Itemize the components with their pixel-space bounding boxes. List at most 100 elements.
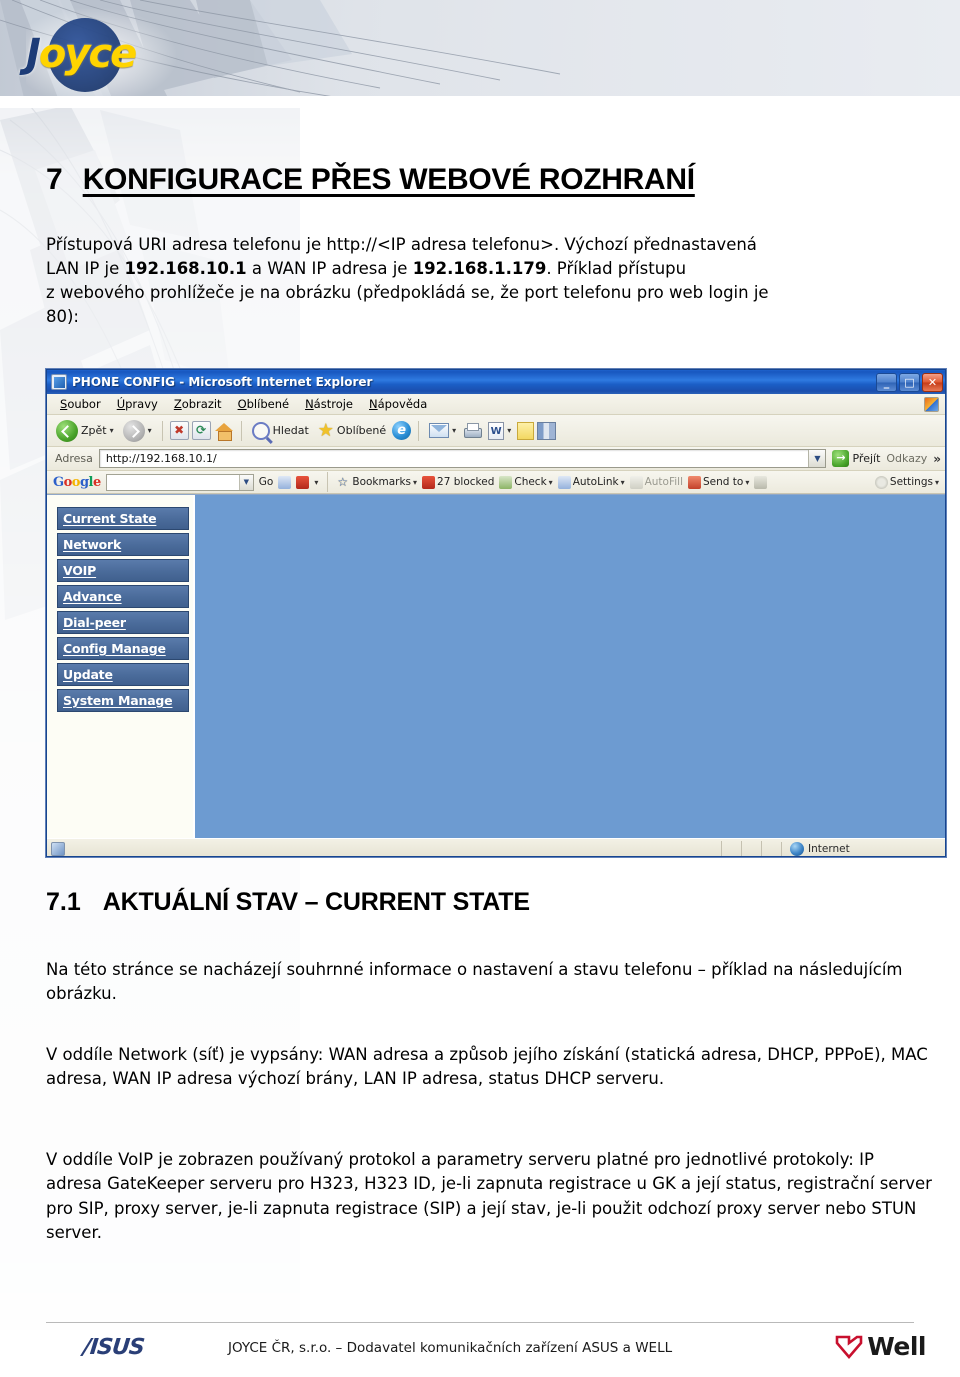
research-button[interactable] — [537, 421, 557, 440]
google-sendto-button[interactable]: Send to ▾ — [688, 475, 749, 489]
toolbar-separator-1 — [161, 420, 163, 441]
search-button[interactable]: Hledat — [249, 421, 312, 441]
menu-item-oblibene[interactable]: Oblíbené — [231, 395, 297, 413]
google-pagerank-icon[interactable] — [296, 475, 310, 489]
google-spellcheck-button[interactable]: Check ▾ — [499, 475, 553, 489]
phone-config-content-area — [197, 495, 945, 838]
sidebar-item-system-manage[interactable]: System Manage — [57, 689, 189, 712]
menu-oblibene-mnemonic: O — [237, 397, 247, 411]
google-autolink-button[interactable]: AutoLink ▾ — [557, 475, 625, 489]
browser-window-title: PHONE CONFIG - Microsoft Internet Explor… — [72, 375, 373, 389]
bookmarks-chevron-icon[interactable]: ▾ — [413, 478, 417, 487]
globe-icon — [790, 841, 804, 856]
sidebar-item-dial-peer[interactable]: Dial-peer — [57, 611, 189, 634]
minimize-button[interactable]: _ — [876, 372, 897, 392]
google-highlight-icon[interactable] — [278, 475, 292, 489]
footer-company-text: JOYCE ČR, s.r.o. – Dodavatel komunikační… — [228, 1340, 673, 1356]
sidebar-item-network[interactable]: Network — [57, 533, 189, 556]
google-go-button[interactable]: Go — [259, 476, 274, 488]
home-button[interactable] — [214, 422, 234, 441]
forward-dropdown-chevron-icon[interactable]: ▾ — [148, 426, 152, 435]
edit-document-icon — [488, 421, 505, 440]
bookmark-star-icon: ☆ — [337, 474, 349, 489]
settings-chevron-icon[interactable]: ▾ — [935, 478, 939, 487]
mail-dropdown-chevron-icon[interactable]: ▾ — [452, 426, 456, 435]
back-button[interactable]: Zpět ▾ — [53, 419, 117, 443]
favorites-button-label: Oblíbené — [336, 424, 387, 437]
edit-dropdown-chevron-icon[interactable]: ▾ — [507, 426, 511, 435]
google-settings-button[interactable]: Settings ▾ — [874, 475, 939, 489]
google-autofill-button[interactable]: AutoFill — [629, 475, 683, 489]
sendto-chevron-icon[interactable]: ▾ — [745, 478, 749, 487]
forward-button[interactable]: ▾ — [120, 419, 155, 443]
address-dropdown-chevron-icon[interactable]: ▼ — [808, 450, 826, 467]
sidebar-item-network-label: Network — [63, 537, 122, 552]
wan-ip-value: 192.168.1.179 — [412, 258, 547, 278]
stop-icon: ✖ — [174, 423, 185, 437]
maximize-icon: □ — [904, 375, 915, 389]
intro-paragraph: Přístupová URI adresa telefonu je http:/… — [46, 233, 928, 329]
search-icon — [251, 421, 270, 440]
close-icon: ✕ — [927, 375, 938, 389]
google-popup-blocker[interactable]: 27 blocked — [422, 475, 495, 489]
back-dropdown-chevron-icon[interactable]: ▾ — [110, 426, 114, 435]
search-button-label: Hledat — [272, 424, 309, 437]
menu-item-napoveda[interactable]: Nápověda — [362, 395, 434, 413]
close-button[interactable]: ✕ — [922, 372, 943, 392]
spellcheck-chevron-icon[interactable]: ▾ — [549, 478, 553, 487]
window-controls: _ □ ✕ — [876, 372, 943, 392]
well-logo: Well — [835, 1332, 926, 1361]
sidebar-item-current-state[interactable]: Current State — [57, 507, 189, 530]
favorites-button[interactable]: ★ Oblíbené — [315, 421, 389, 441]
maximize-button[interactable]: □ — [899, 372, 920, 392]
phone-config-nav-menu: Current State Network VOIP Advance Dial-… — [57, 507, 189, 715]
address-input[interactable]: http://192.168.10.1/ ▼ — [98, 449, 827, 468]
google-search-input[interactable]: ▼ — [105, 473, 254, 491]
autolink-chevron-icon[interactable]: ▾ — [621, 478, 625, 487]
toolbar-overflow-chevron-icon[interactable]: » — [933, 452, 941, 466]
google-settings-label: Settings — [889, 476, 933, 488]
menu-item-zobrazit[interactable]: Zobrazit — [167, 395, 229, 413]
menu-item-nastroje[interactable]: Nástroje — [298, 395, 360, 413]
star-icon: ★ — [317, 419, 334, 441]
lan-ip-value: 192.168.10.1 — [124, 258, 247, 278]
phone-config-sidebar: Current State Network VOIP Advance Dial-… — [47, 495, 195, 838]
google-separator-1 — [327, 472, 329, 492]
menu-item-soubor[interactable]: Soubor — [53, 395, 108, 413]
sidebar-item-voip-label: VOIP — [63, 563, 97, 578]
sidebar-item-update[interactable]: Update — [57, 663, 189, 686]
edit-button[interactable]: ▾ — [485, 421, 514, 441]
sidebar-item-config-manage[interactable]: Config Manage — [57, 637, 189, 660]
google-bookmarks-button[interactable]: ☆ Bookmarks ▾ — [337, 476, 417, 489]
links-button-label[interactable]: Odkazy — [886, 452, 927, 465]
sidebar-item-advance-label: Advance — [63, 589, 122, 604]
autofill-icon — [629, 475, 643, 489]
google-options-chevron-icon[interactable]: ▾ — [314, 478, 318, 487]
menu-zobrazit-mnemonic: Z — [173, 397, 182, 411]
forward-arrow-icon — [122, 419, 145, 442]
go-arrow-icon — [832, 450, 850, 467]
browser-statusbar: Internet — [47, 838, 945, 856]
print-button[interactable] — [462, 422, 483, 439]
sidebar-item-voip[interactable]: VOIP — [57, 559, 189, 582]
address-url-value: http://192.168.10.1/ — [105, 452, 217, 465]
mail-button[interactable]: ▾ — [426, 422, 459, 439]
statusbar-cell-2 — [741, 841, 757, 856]
menu-napoveda-mnemonic: N — [369, 397, 378, 411]
section-title: AKTUÁLNÍ STAV – CURRENT STATE — [102, 888, 530, 916]
media-button[interactable] — [392, 421, 412, 440]
popup-blocker-icon — [422, 475, 436, 489]
sidebar-item-advance[interactable]: Advance — [57, 585, 189, 608]
gear-icon — [874, 475, 888, 489]
notes-button[interactable] — [517, 421, 535, 440]
go-button[interactable]: Přejít — [832, 450, 880, 467]
refresh-button[interactable]: ⟳ — [191, 421, 211, 440]
footer-divider — [46, 1322, 914, 1323]
google-search-chevron-icon[interactable]: ▼ — [238, 474, 253, 490]
google-pencil-icon[interactable] — [754, 475, 768, 489]
menu-item-upravy[interactable]: Úpravy — [110, 395, 165, 413]
well-wordmark: Well — [867, 1332, 926, 1361]
google-blocked-count: 27 blocked — [437, 476, 495, 488]
stop-button[interactable]: ✖ — [169, 421, 189, 440]
google-autofill-label: AutoFill — [644, 476, 683, 488]
